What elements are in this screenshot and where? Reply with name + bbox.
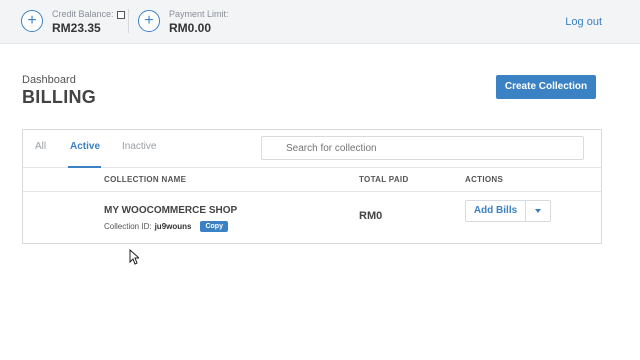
tab-bar: All Active Inactive	[23, 130, 601, 168]
header-divider	[23, 191, 601, 192]
column-header-actions: ACTIONS	[465, 175, 504, 184]
search-input[interactable]	[261, 136, 584, 160]
column-header-total-paid: TOTAL PAID	[359, 175, 409, 184]
collection-id-label: Collection ID:	[104, 222, 152, 231]
add-payment-limit-button[interactable]: +	[138, 10, 160, 32]
mouse-pointer-icon	[129, 249, 139, 265]
payment-limit-label: Payment Limit:	[169, 9, 229, 19]
caret-down-icon	[535, 209, 541, 213]
page-title: BILLING	[22, 87, 97, 107]
collections-panel: All Active Inactive COLLECTION NAME TOTA…	[22, 129, 602, 244]
payment-limit: Payment Limit: RM0.00	[169, 9, 229, 36]
row-actions: Add Bills	[465, 200, 551, 222]
collection-name[interactable]: MY WOOCOMMERCE SHOP	[104, 205, 237, 216]
top-bar: + Credit Balance: RM23.35 + Payment Limi…	[0, 0, 640, 44]
add-credit-button[interactable]: +	[21, 10, 43, 32]
credit-balance: Credit Balance: RM23.35	[52, 9, 125, 36]
logout-link[interactable]: Log out	[565, 16, 602, 28]
create-collection-button[interactable]: Create Collection	[496, 75, 596, 99]
tab-all[interactable]: All	[35, 141, 46, 152]
add-bills-button[interactable]: Add Bills	[466, 201, 526, 221]
collection-id-value: ju9wouns	[154, 222, 192, 231]
column-header-name: COLLECTION NAME	[104, 175, 187, 184]
payment-limit-value: RM0.00	[169, 21, 212, 35]
tab-active[interactable]: Active	[70, 141, 100, 152]
breadcrumb[interactable]: Dashboard	[22, 74, 76, 86]
plus-icon: +	[144, 12, 154, 29]
actions-dropdown-button[interactable]	[526, 201, 550, 221]
active-tab-indicator	[68, 166, 101, 168]
divider	[128, 9, 129, 33]
total-paid-value: RM0	[359, 210, 383, 222]
credit-checkbox[interactable]	[116, 10, 125, 19]
credit-balance-value: RM23.35	[52, 21, 101, 35]
credit-balance-label: Credit Balance:	[52, 9, 114, 19]
collection-id: Collection ID: ju9wouns Copy	[104, 221, 228, 232]
plus-icon: +	[27, 12, 37, 29]
tab-inactive[interactable]: Inactive	[122, 141, 156, 152]
copy-button[interactable]: Copy	[200, 221, 228, 232]
